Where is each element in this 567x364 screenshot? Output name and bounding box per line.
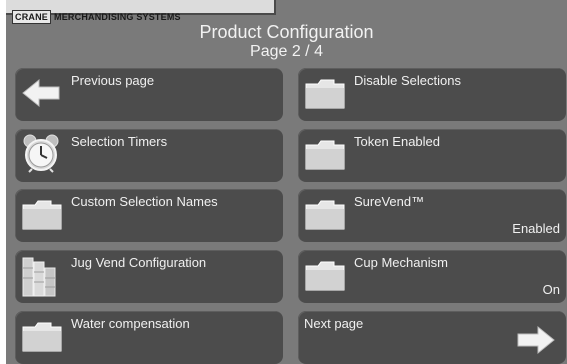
cup-mechanism-status: On [542,282,560,297]
water-compensation-label: Water compensation [71,316,190,331]
arrow-left-icon [21,78,61,113]
selection-timers-button[interactable]: Selection Timers [15,129,283,182]
custom-selection-names-label: Custom Selection Names [71,194,218,209]
folder-icon [21,199,63,236]
screen: CRANE MERCHANDISING SYSTEMS Product Confi… [6,0,567,364]
surevend-button[interactable]: SureVend™ Enabled [298,189,566,242]
next-page-button[interactable]: Next page [298,311,566,364]
jugs-icon [21,254,61,303]
custom-selection-names-button[interactable]: Custom Selection Names [15,189,283,242]
cup-mechanism-label: Cup Mechanism [354,255,448,270]
cup-mechanism-button[interactable]: Cup Mechanism On [298,250,566,303]
jug-vend-configuration-button[interactable]: Jug Vend Configuration [15,250,283,303]
disable-selections-label: Disable Selections [354,73,461,88]
alarm-clock-icon [21,133,61,178]
surevend-label: SureVend™ [354,194,425,209]
folder-icon [304,199,346,236]
page-indicator: Page 2 / 4 [250,43,323,60]
folder-icon [21,321,63,358]
folder-icon [304,139,346,176]
frame-edge [0,340,6,364]
page-title: Product Configuration [199,22,374,42]
selection-timers-label: Selection Timers [71,134,168,149]
arrow-right-icon [516,325,556,360]
folder-icon [304,78,346,115]
next-page-label: Next page [304,316,364,331]
token-enabled-button[interactable]: Token Enabled [298,129,566,182]
brand-text: MERCHANDISING SYSTEMS [54,12,181,22]
previous-page-label: Previous page [71,73,155,88]
folder-icon [304,260,346,297]
disable-selections-button[interactable]: Disable Selections [298,68,566,121]
jug-vend-configuration-label: Jug Vend Configuration [71,255,207,270]
water-compensation-button[interactable]: Water compensation [15,311,283,364]
surevend-status: Enabled [512,221,560,236]
previous-page-button[interactable]: Previous page [15,68,283,121]
brand-logo: CRANE MERCHANDISING SYSTEMS [12,10,181,24]
token-enabled-label: Token Enabled [354,134,441,149]
